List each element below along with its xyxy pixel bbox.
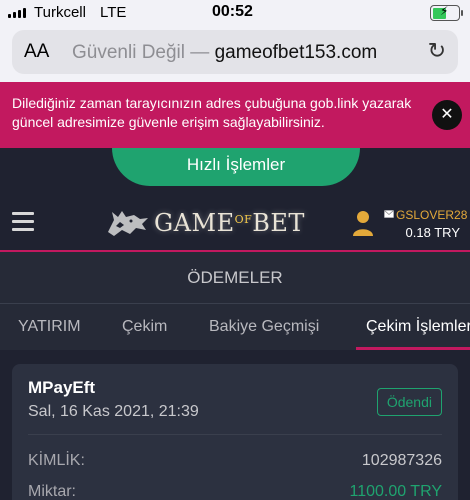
page-title: ÖDEMELER — [0, 252, 470, 304]
logo-wordmark: GAMEOFBET — [154, 209, 305, 237]
quick-actions-button[interactable]: Hızlı İşlemler — [112, 148, 360, 186]
url-text[interactable]: Güvenli Değil — gameofbet153.com — [72, 42, 377, 64]
reload-icon[interactable]: ↻ — [428, 38, 446, 64]
banner-message: Dilediğiniz zaman tarayıcınızın adres çu… — [12, 95, 412, 130]
address-info-banner: Dilediğiniz zaman tarayıcınızın adres çu… — [0, 82, 470, 148]
carrier-name: Turkcell — [34, 4, 86, 21]
hamburger-menu-icon[interactable] — [12, 212, 34, 236]
close-icon[interactable]: ✕ — [432, 100, 462, 130]
quick-actions-bar: Hızlı İşlemler — [0, 148, 470, 194]
account-balance: 0.18 TRY — [405, 225, 460, 240]
charging-bolt-icon: ⚡ — [440, 4, 449, 18]
amount-value: 1100.00 TRY — [349, 483, 442, 500]
transaction-id-label: KİMLİK: — [28, 452, 85, 469]
amount-label: Miktar: — [28, 483, 76, 500]
status-badge: Ödendi — [376, 388, 442, 416]
divider — [28, 434, 442, 435]
reader-options-button[interactable]: AA — [24, 41, 49, 63]
site-header: GAMEOFBET GSLOVER28 0.18 TRY — [0, 194, 470, 252]
tab-balance-history[interactable]: Bakiye Geçmişi — [209, 318, 319, 336]
site-logo[interactable]: GAMEOFBET — [104, 206, 305, 240]
username[interactable]: GSLOVER28 — [396, 208, 467, 222]
network-type: LTE — [100, 4, 127, 21]
transaction-id-value: 102987326 — [361, 452, 442, 469]
ios-status-bar: Turkcell LTE 00:52 ⚡ — [0, 0, 470, 26]
transaction-date: Sal, 16 Kas 2021, 21:39 — [28, 403, 199, 420]
url-security-prefix: Güvenli Değil — — [72, 42, 215, 63]
transactions-list: MPayEft Sal, 16 Kas 2021, 21:39 Ödendi K… — [0, 350, 470, 500]
payment-tabs: YATIRIM Çekim Bakiye Geçmişi Çekim İşlem… — [0, 304, 470, 350]
tab-withdraw[interactable]: Çekim — [122, 318, 167, 336]
wolf-logo-icon — [108, 211, 148, 236]
clock: 00:52 — [212, 3, 253, 20]
user-icon[interactable] — [352, 210, 374, 236]
mail-icon[interactable] — [384, 210, 394, 218]
url-host: gameofbet153.com — [214, 42, 378, 63]
cellular-signal-icon — [8, 8, 26, 18]
payment-method: MPayEft — [28, 378, 96, 397]
battery-icon: ⚡ — [430, 4, 463, 21]
tab-deposit[interactable]: YATIRIM — [18, 318, 81, 336]
transaction-card: MPayEft Sal, 16 Kas 2021, 21:39 Ödendi K… — [12, 364, 458, 500]
tab-withdraw-transactions[interactable]: Çekim İşlemleri — [366, 318, 470, 336]
address-bar[interactable]: AA Güvenli Değil — gameofbet153.com ↻ — [12, 30, 458, 74]
browser-address-area: AA Güvenli Değil — gameofbet153.com ↻ — [0, 26, 470, 82]
